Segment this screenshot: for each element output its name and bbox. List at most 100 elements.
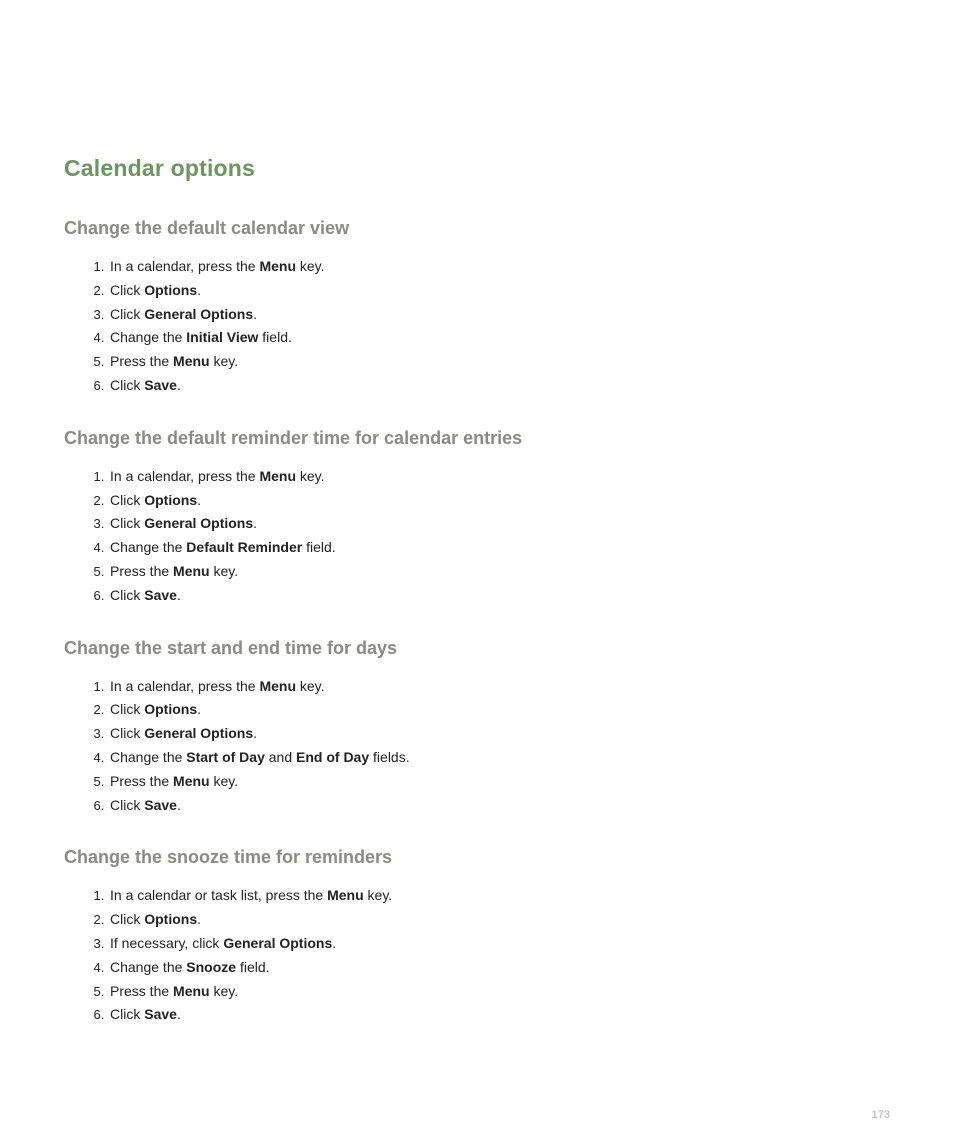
text: In a calendar, press the <box>110 468 259 484</box>
bold-text: Menu <box>173 353 210 369</box>
step-item: Change the Start of Day and End of Day f… <box>108 746 890 770</box>
text: Press the <box>110 983 173 999</box>
bold-text: Options <box>144 492 197 508</box>
step-item: Press the Menu key. <box>108 980 890 1004</box>
text: key. <box>296 678 325 694</box>
text: . <box>253 725 257 741</box>
text: key. <box>210 563 239 579</box>
sections-container: Change the default calendar view In a cal… <box>64 218 890 1027</box>
bold-text: Menu <box>259 678 296 694</box>
text: key. <box>210 773 239 789</box>
bold-text: Menu <box>259 468 296 484</box>
text: . <box>177 797 181 813</box>
text: In a calendar or task list, press the <box>110 887 327 903</box>
bold-text: General Options <box>144 306 253 322</box>
text: Press the <box>110 353 173 369</box>
text: Press the <box>110 773 173 789</box>
bold-text: General Options <box>144 515 253 531</box>
bold-text: Menu <box>327 887 364 903</box>
bold-text: General Options <box>144 725 253 741</box>
text: . <box>177 1006 181 1022</box>
step-item: Press the Menu key. <box>108 560 890 584</box>
step-item: In a calendar, press the Menu key. <box>108 675 890 699</box>
bold-text: Save <box>144 1006 177 1022</box>
text: Click <box>110 282 144 298</box>
step-item: In a calendar, press the Menu key. <box>108 255 890 279</box>
step-item: Click General Options. <box>108 722 890 746</box>
text: . <box>177 377 181 393</box>
steps-list: In a calendar, press the Menu key.Click … <box>64 255 890 398</box>
bold-text: Save <box>144 587 177 603</box>
bold-text: Options <box>144 282 197 298</box>
bold-text: Menu <box>173 773 210 789</box>
text: Click <box>110 515 144 531</box>
bold-text: Default Reminder <box>186 539 302 555</box>
step-item: Click General Options. <box>108 512 890 536</box>
step-item: Click Save. <box>108 794 890 818</box>
text: Click <box>110 1006 144 1022</box>
steps-list: In a calendar, press the Menu key.Click … <box>64 465 890 608</box>
text: fields. <box>369 749 409 765</box>
text: . <box>197 492 201 508</box>
text: key. <box>210 983 239 999</box>
text: Change the <box>110 959 186 975</box>
bold-text: Start of Day <box>186 749 265 765</box>
bold-text: Options <box>144 701 197 717</box>
step-item: Click Save. <box>108 1003 890 1027</box>
text: Press the <box>110 563 173 579</box>
text: key. <box>210 353 239 369</box>
step-item: Click Options. <box>108 698 890 722</box>
step-item: Press the Menu key. <box>108 350 890 374</box>
steps-list: In a calendar or task list, press the Me… <box>64 884 890 1027</box>
step-item: In a calendar or task list, press the Me… <box>108 884 890 908</box>
step-item: Press the Menu key. <box>108 770 890 794</box>
text: field. <box>258 329 291 345</box>
section-heading: Change the default calendar view <box>64 218 890 239</box>
text: . <box>253 306 257 322</box>
bold-text: Menu <box>173 563 210 579</box>
text: Click <box>110 492 144 508</box>
step-item: Click Save. <box>108 584 890 608</box>
text: Click <box>110 701 144 717</box>
step-item: In a calendar, press the Menu key. <box>108 465 890 489</box>
text: In a calendar, press the <box>110 678 259 694</box>
text: . <box>197 282 201 298</box>
text: key. <box>364 887 393 903</box>
text: . <box>197 701 201 717</box>
bold-text: Menu <box>173 983 210 999</box>
bold-text: Options <box>144 911 197 927</box>
text: Click <box>110 377 144 393</box>
bold-text: Snooze <box>186 959 236 975</box>
text: . <box>197 911 201 927</box>
text: key. <box>296 258 325 274</box>
text: Change the <box>110 329 186 345</box>
section: Change the default reminder time for cal… <box>64 428 890 608</box>
step-item: Change the Snooze field. <box>108 956 890 980</box>
step-item: If necessary, click General Options. <box>108 932 890 956</box>
section-heading: Change the start and end time for days <box>64 638 890 659</box>
bold-text: Save <box>144 797 177 813</box>
text: Click <box>110 797 144 813</box>
section-heading: Change the default reminder time for cal… <box>64 428 890 449</box>
bold-text: Initial View <box>186 329 258 345</box>
text: In a calendar, press the <box>110 258 259 274</box>
bold-text: Menu <box>259 258 296 274</box>
step-item: Change the Default Reminder field. <box>108 536 890 560</box>
step-item: Click Options. <box>108 908 890 932</box>
text: key. <box>296 468 325 484</box>
document-page: Calendar options Change the default cale… <box>0 0 954 1145</box>
step-item: Click Save. <box>108 374 890 398</box>
text: Click <box>110 911 144 927</box>
text: . <box>177 587 181 603</box>
section: Change the snooze time for reminders In a… <box>64 847 890 1027</box>
step-item: Change the Initial View field. <box>108 326 890 350</box>
text: field. <box>236 959 269 975</box>
section: Change the default calendar view In a cal… <box>64 218 890 398</box>
step-item: Click Options. <box>108 279 890 303</box>
section: Change the start and end time for days In… <box>64 638 890 818</box>
section-heading: Change the snooze time for reminders <box>64 847 890 868</box>
bold-text: Save <box>144 377 177 393</box>
text: . <box>253 515 257 531</box>
steps-list: In a calendar, press the Menu key.Click … <box>64 675 890 818</box>
step-item: Click Options. <box>108 489 890 513</box>
